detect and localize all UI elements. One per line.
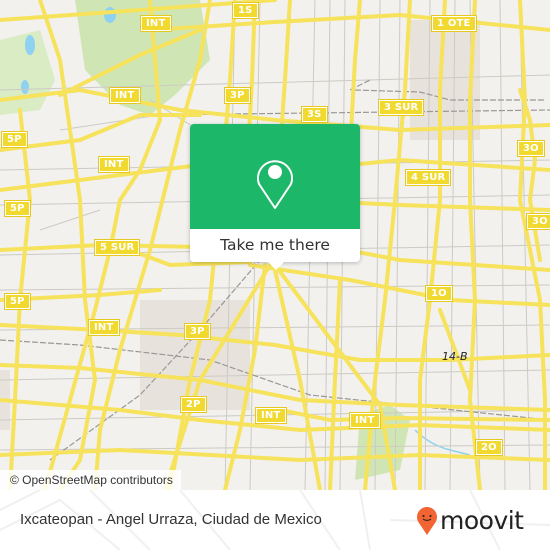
location-title: Ixcateopan - Angel Urraza, Ciudad de Mex… — [20, 511, 322, 528]
route-shield: 1 OTE — [431, 15, 477, 32]
route-shield: 5P — [4, 293, 31, 310]
route-shield: INT — [140, 15, 172, 32]
route-shield: INT — [255, 407, 287, 424]
route-shield: 3S — [301, 106, 328, 123]
route-shield: 3P — [224, 87, 251, 104]
route-shield: 1O — [425, 285, 453, 302]
route-shield: 5P — [4, 200, 31, 217]
route-shield: 2O — [475, 439, 503, 456]
road-label: 14-B — [442, 350, 468, 363]
moovit-pin-icon — [417, 507, 437, 535]
take-me-there-button[interactable]: Take me there — [190, 229, 360, 262]
route-shield: 5 SUR — [93, 239, 141, 256]
route-shield: INT — [349, 412, 381, 429]
route-shield: INT — [88, 319, 120, 336]
footer: Ixcateopan - Angel Urraza, Ciudad de Mex… — [0, 490, 550, 550]
route-shield: 2P — [180, 396, 207, 413]
route-shield: INT — [98, 156, 130, 173]
route-shield: 3O — [526, 213, 550, 230]
popup-pointer — [267, 261, 285, 270]
popup-header — [190, 124, 360, 229]
route-shield: 5P — [1, 131, 28, 148]
location-pin-icon — [257, 160, 293, 209]
route-shield: 3 SUR — [377, 99, 425, 116]
route-shield: 1S — [232, 2, 259, 19]
moovit-wordmark: moovit — [440, 506, 524, 535]
moovit-logo[interactable]: moovit — [416, 506, 524, 536]
route-shield: 3P — [184, 323, 211, 340]
map-attribution[interactable]: © OpenStreetMap contributors — [0, 470, 181, 490]
location-popup: Take me there — [190, 124, 360, 262]
route-shield: 3O — [517, 140, 545, 157]
route-shield: INT — [109, 87, 141, 104]
route-shield: 4 SUR — [404, 169, 452, 186]
